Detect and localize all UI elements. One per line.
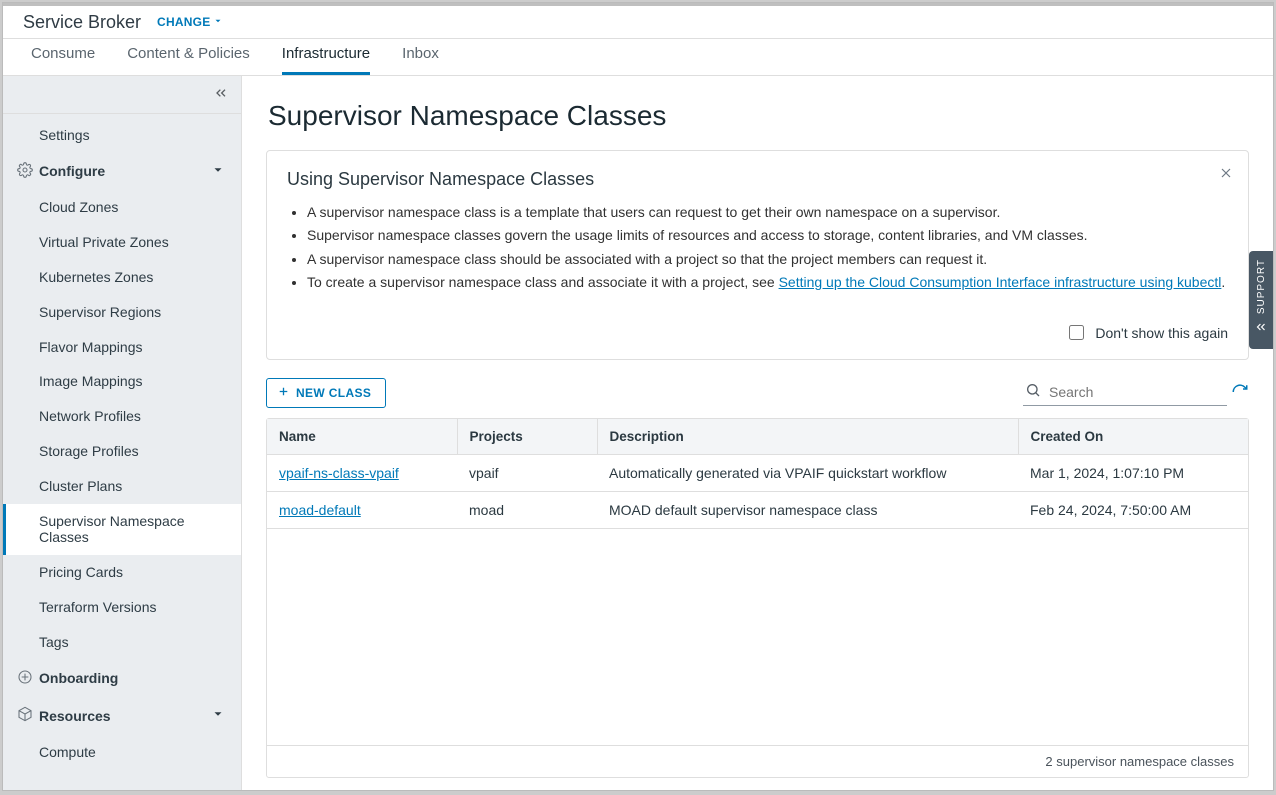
new-class-button[interactable]: New Class [266,378,386,408]
sidebar-item[interactable]: Storage Profiles [3,434,241,469]
tab-infrastructure[interactable]: Infrastructure [282,37,370,75]
sidebar-item[interactable]: Terraform Versions [3,590,241,625]
app-frame: Service Broker CHANGE Consume Content & P… [2,2,1274,791]
context-change-label: CHANGE [157,15,210,29]
app-name: Service Broker [23,12,141,33]
sidebar-item[interactable]: Tags [3,625,241,660]
support-label: SUPPORT [1256,259,1267,314]
sidebar: Settings Configure Cloud ZonesVirtual Priv… [3,76,242,790]
search-input-wrap[interactable] [1023,380,1227,406]
info-bullet: A supervisor namespace class is a templa… [307,202,1228,222]
chevron-down-icon [213,15,223,29]
cell-created: Feb 24, 2024, 7:50:00 AM [1018,492,1248,529]
table-footer: 2 supervisor namespace classes [267,745,1248,777]
sidebar-section-label: Resources [39,708,111,725]
cell-projects: vpaif [457,455,597,492]
search-input[interactable] [1047,383,1225,401]
column-header[interactable]: Created On [1018,419,1248,455]
plus-icon [277,385,290,401]
table-row[interactable]: moad-default moadMOAD default supervisor … [267,492,1248,529]
info-bullets: A supervisor namespace class is a templa… [287,202,1228,292]
tab-content[interactable]: Content & Policies [127,37,250,75]
sidebar-section[interactable]: Onboarding [3,660,241,698]
close-icon[interactable] [1218,165,1234,181]
column-header[interactable]: Name [267,419,457,455]
topbar: Service Broker CHANGE [3,3,1273,39]
double-chevron-left-icon [1254,320,1268,337]
main-tabs: Consume Content & Policies Infrastructure I… [3,39,1273,76]
sidebar-item[interactable]: Cluster Plans [3,469,241,504]
sidebar-item[interactable]: Flavor Mappings [3,330,241,365]
sidebar-section[interactable]: Configure [3,153,241,191]
refresh-icon [1231,388,1249,404]
sidebar-item[interactable]: Settings [3,118,241,153]
chevron-down-icon [211,707,225,725]
page-title: Supervisor Namespace Classes [268,100,1249,132]
context-change[interactable]: CHANGE [157,15,222,29]
sidebar-nav: Settings Configure Cloud ZonesVirtual Priv… [3,114,241,790]
ns-class-table: NameProjectsDescriptionCreated On vpaif-… [266,418,1249,778]
sidebar-item[interactable]: Compute [3,735,241,770]
column-header[interactable]: Description [597,419,1018,455]
cell-created: Mar 1, 2024, 1:07:10 PM [1018,455,1248,492]
table-row[interactable]: vpaif-ns-class-vpaif vpaifAutomatically g… [267,455,1248,492]
section-icon [17,669,33,689]
tab-consume[interactable]: Consume [31,37,95,75]
cell-description: Automatically generated via VPAIF quicks… [597,455,1018,492]
search-icon [1025,382,1041,401]
dont-show-label: Don't show this again [1095,325,1228,341]
sidebar-section[interactable]: Resources [3,697,241,735]
column-header[interactable]: Projects [457,419,597,455]
section-icon [17,706,33,726]
info-bullet: To create a supervisor namespace class a… [307,272,1228,292]
sidebar-item[interactable]: Image Mappings [3,364,241,399]
support-tab[interactable]: SUPPORT [1249,251,1273,349]
sidebar-item[interactable]: Cloud Zones [3,190,241,225]
section-icon [17,162,33,182]
ns-class-link[interactable]: moad-default [279,502,361,518]
cell-projects: moad [457,492,597,529]
new-class-label: New Class [296,386,371,400]
sidebar-collapse[interactable] [3,76,241,114]
double-chevron-left-icon [213,85,229,104]
docs-link[interactable]: Setting up the Cloud Consumption Interfa… [779,274,1222,290]
sidebar-section-label: Configure [39,163,105,180]
ns-class-link[interactable]: vpaif-ns-class-vpaif [279,465,399,481]
sidebar-item[interactable]: Supervisor Regions [3,295,241,330]
refresh-button[interactable] [1231,383,1249,404]
info-bullet: Supervisor namespace classes govern the … [307,225,1228,245]
dont-show-checkbox[interactable] [1069,325,1084,340]
chevron-down-icon [211,163,225,181]
info-card: Using Supervisor Namespace Classes A sup… [266,150,1249,360]
info-heading: Using Supervisor Namespace Classes [287,169,1228,190]
sidebar-item[interactable]: Network Profiles [3,399,241,434]
main-content: Supervisor Namespace Classes Using Super… [242,76,1273,790]
sidebar-item[interactable]: Kubernetes Zones [3,260,241,295]
sidebar-item[interactable]: Supervisor Namespace Classes [3,504,241,556]
cell-description: MOAD default supervisor namespace class [597,492,1018,529]
table-toolbar: New Class [266,378,1249,408]
info-bullet: A supervisor namespace class should be a… [307,249,1228,269]
tab-inbox[interactable]: Inbox [402,37,439,75]
sidebar-section-label: Onboarding [39,670,118,687]
sidebar-item[interactable]: Virtual Private Zones [3,225,241,260]
sidebar-item[interactable]: Pricing Cards [3,555,241,590]
